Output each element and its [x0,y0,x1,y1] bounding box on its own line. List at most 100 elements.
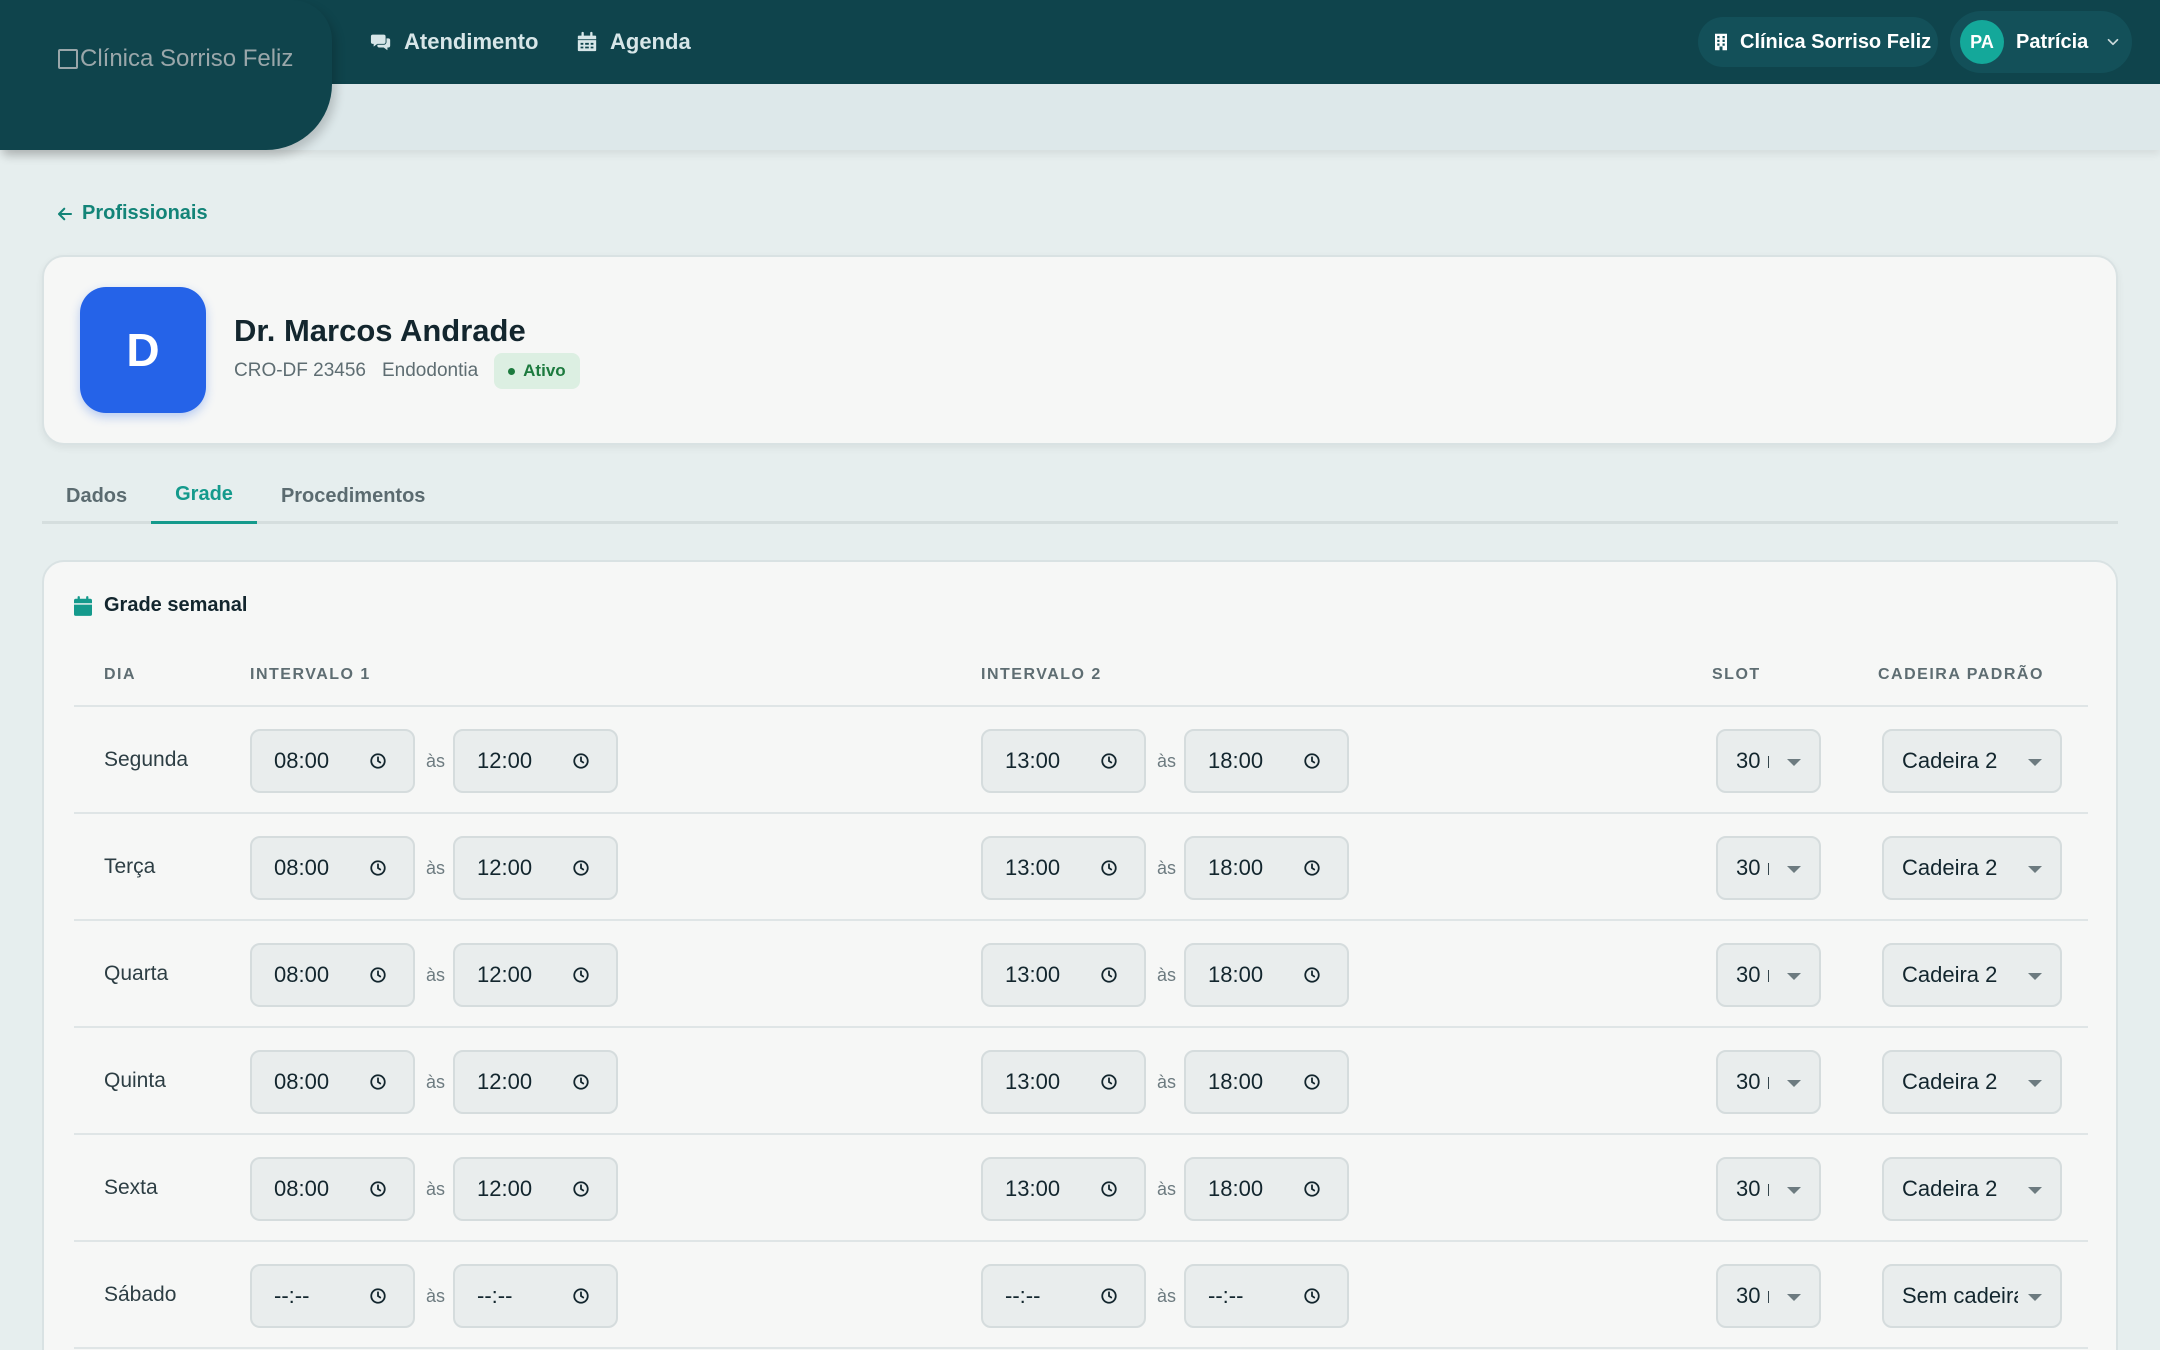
chat-icon [370,34,391,51]
slot-select[interactable]: 30 min [1716,1157,1821,1221]
caret-down-icon [1787,973,1801,980]
caret-down-icon [2028,973,2042,980]
column-header-chair: CADEIRA PADRÃO [1878,666,2044,683]
time-value: 12:00 [477,1176,533,1201]
clinic-name: Clínica Sorriso Feliz [1740,30,1932,53]
caret-down-icon [1787,1294,1801,1301]
separator-label: às [426,751,446,771]
interval-2-start-input[interactable]: 13:00 [981,943,1146,1007]
slot-select[interactable]: 30 min [1716,1050,1821,1114]
schedule-row: Sábado --:-- às --:-- --:-- às --:-- 30 min Sem … [74,1242,2088,1349]
slot-value: 30 min [1736,1283,1769,1308]
slot-value: 30 min [1736,748,1769,773]
column-header-interval-1: INTERVALO 1 [250,666,371,683]
caret-down-icon [1787,1080,1801,1087]
time-value: --:-- [274,1283,310,1308]
tab-dados[interactable]: Dados [42,468,151,524]
clock-icon [1304,860,1320,876]
interval-1-start-input[interactable]: 08:00 [250,836,415,900]
interval-1-end-input[interactable]: 12:00 [453,729,618,793]
chair-select[interactable]: Sem cadeira [1882,1264,2062,1328]
clinic-selector[interactable]: Clínica Sorriso Feliz [1698,17,1938,67]
chair-select[interactable]: Cadeira 2 [1882,729,2062,793]
nav-agenda[interactable]: Agenda [576,24,691,60]
chair-select[interactable]: Cadeira 2 [1882,1050,2062,1114]
interval-1-end-input[interactable]: 12:00 [453,836,618,900]
nav-atendimento[interactable]: Atendimento [370,24,538,60]
caret-down-icon [2028,1187,2042,1194]
interval-2-start-input[interactable]: 13:00 [981,1157,1146,1221]
clock-icon [573,1288,589,1304]
interval-1-start-input[interactable]: --:-- [250,1264,415,1328]
back-to-professionals-link[interactable]: Profissionais [56,202,208,225]
separator-label: às [426,1286,446,1306]
schedule-title: Grade semanal [74,594,247,617]
clinic-logo[interactable]: Clínica Sorriso Feliz [58,45,293,73]
interval-1-end-input[interactable]: 12:00 [453,1157,618,1221]
clock-icon [1101,753,1117,769]
professional-meta: CRO-DF 23456 Endodontia Ativo [234,353,580,389]
chair-value: Cadeira 2 [1902,748,1998,773]
schedule-row: Terça 08:00 às 12:00 13:00 às 18:00 30 min Cadei… [74,814,2088,921]
slot-select[interactable]: 30 min [1716,836,1821,900]
interval-2-end-input[interactable]: 18:00 [1184,1157,1349,1221]
chair-select[interactable]: Cadeira 2 [1882,836,2062,900]
time-value: 12:00 [477,1069,533,1094]
separator-label: às [426,858,446,878]
day-label: Quinta [104,1069,166,1092]
professional-avatar: D [80,287,206,413]
interval-1-start-input[interactable]: 08:00 [250,729,415,793]
slot-select[interactable]: 30 min [1716,1264,1821,1328]
interval-1-end-input[interactable]: 12:00 [453,1050,618,1114]
clock-icon [370,1181,386,1197]
slot-select[interactable]: 30 min [1716,943,1821,1007]
time-value: 08:00 [274,962,330,987]
chair-select[interactable]: Cadeira 2 [1882,1157,2062,1221]
interval-2-end-input[interactable]: 18:00 [1184,729,1349,793]
clock-icon [370,753,386,769]
time-value: 08:00 [274,1069,330,1094]
schedule-row: Sexta 08:00 às 12:00 13:00 às 18:00 30 min Cadei… [74,1135,2088,1242]
time-value: 13:00 [1005,748,1061,773]
separator-label: às [1157,858,1177,878]
interval-2-end-input[interactable]: 18:00 [1184,943,1349,1007]
professional-cro: CRO-DF 23456 [234,360,366,381]
clock-icon [1101,1288,1117,1304]
interval-1-end-input[interactable]: 12:00 [453,943,618,1007]
interval-2-start-input[interactable]: 13:00 [981,1050,1146,1114]
day-label: Sábado [104,1283,177,1306]
time-value: 18:00 [1208,855,1264,880]
professional-name: Dr. Marcos Andrade [234,313,526,348]
logo-container[interactable]: Clínica Sorriso Feliz [0,0,332,150]
profile-tabs: Dados Grade Procedimentos [42,468,2118,524]
slot-value: 30 min [1736,962,1769,987]
broken-image-icon [58,49,78,69]
status-badge: Ativo [494,353,580,389]
interval-2-start-input[interactable]: 13:00 [981,836,1146,900]
separator-label: às [1157,751,1177,771]
slot-select[interactable]: 30 min [1716,729,1821,793]
interval-1-end-input[interactable]: --:-- [453,1264,618,1328]
clock-icon [1304,1181,1320,1197]
caret-down-icon [2028,1294,2042,1301]
day-label: Sexta [104,1176,158,1199]
tab-grade[interactable]: Grade [151,468,257,524]
interval-1-start-input[interactable]: 08:00 [250,943,415,1007]
clock-icon [573,1074,589,1090]
interval-1-start-input[interactable]: 08:00 [250,1050,415,1114]
user-menu[interactable]: PA Patrícia [1950,11,2132,73]
interval-2-end-input[interactable]: 18:00 [1184,836,1349,900]
interval-2-end-input[interactable]: --:-- [1184,1264,1349,1328]
user-name: Patrícia [2016,30,2089,53]
interval-2-start-input[interactable]: --:-- [981,1264,1146,1328]
chair-value: Cadeira 2 [1902,962,1998,987]
tab-procedimentos[interactable]: Procedimentos [257,468,449,524]
interval-2-start-input[interactable]: 13:00 [981,729,1146,793]
interval-1-start-input[interactable]: 08:00 [250,1157,415,1221]
separator-label: às [426,965,446,985]
chair-select[interactable]: Cadeira 2 [1882,943,2062,1007]
back-link-label: Profissionais [82,202,208,224]
caret-down-icon [1787,1187,1801,1194]
interval-2-end-input[interactable]: 18:00 [1184,1050,1349,1114]
separator-label: às [1157,1072,1177,1092]
